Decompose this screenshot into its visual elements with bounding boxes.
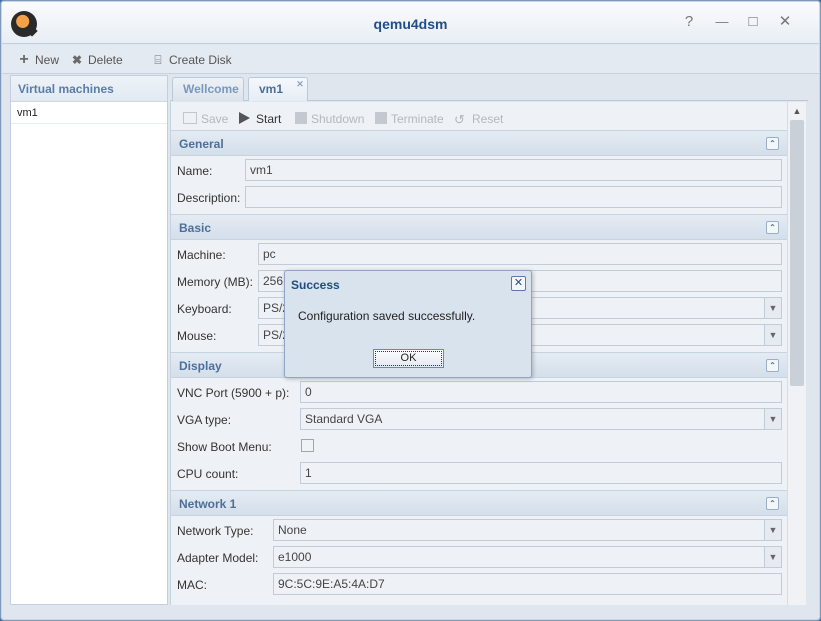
vm-list-panel: Virtual machines vm1 (10, 75, 168, 605)
help-icon[interactable]: ? (679, 12, 699, 32)
create-disk-button[interactable]: ⌸ Create Disk (151, 52, 232, 68)
delete-label: Delete (88, 53, 123, 67)
vm-list-item[interactable]: vm1 (11, 102, 167, 124)
delete-x-icon: ✖ (71, 53, 83, 67)
plus-icon: + (19, 51, 29, 68)
vm-list-header: Virtual machines (11, 76, 167, 102)
dialog-close-icon[interactable]: ✕ (511, 276, 526, 291)
maximize-icon[interactable]: □ (743, 12, 763, 32)
disk-icon: ⌸ (154, 53, 162, 67)
minimize-icon[interactable]: — (712, 12, 732, 32)
delete-button[interactable]: ✖ Delete (70, 52, 123, 68)
main-toolbar: + New ✖ Delete ⌸ Create Disk (2, 45, 819, 74)
dialog-message: Configuration saved successfully. (298, 309, 476, 323)
ok-button[interactable]: OK (373, 349, 444, 368)
new-button[interactable]: + New (17, 52, 59, 68)
close-icon[interactable]: ✕ (775, 12, 795, 32)
title-bar: qemu4dsm ? — □ ✕ (2, 2, 819, 44)
dialog-title: Success (291, 278, 340, 292)
success-dialog: Success ✕ Configuration saved successful… (284, 270, 532, 378)
create-disk-label: Create Disk (169, 53, 232, 67)
new-label: New (35, 53, 60, 67)
